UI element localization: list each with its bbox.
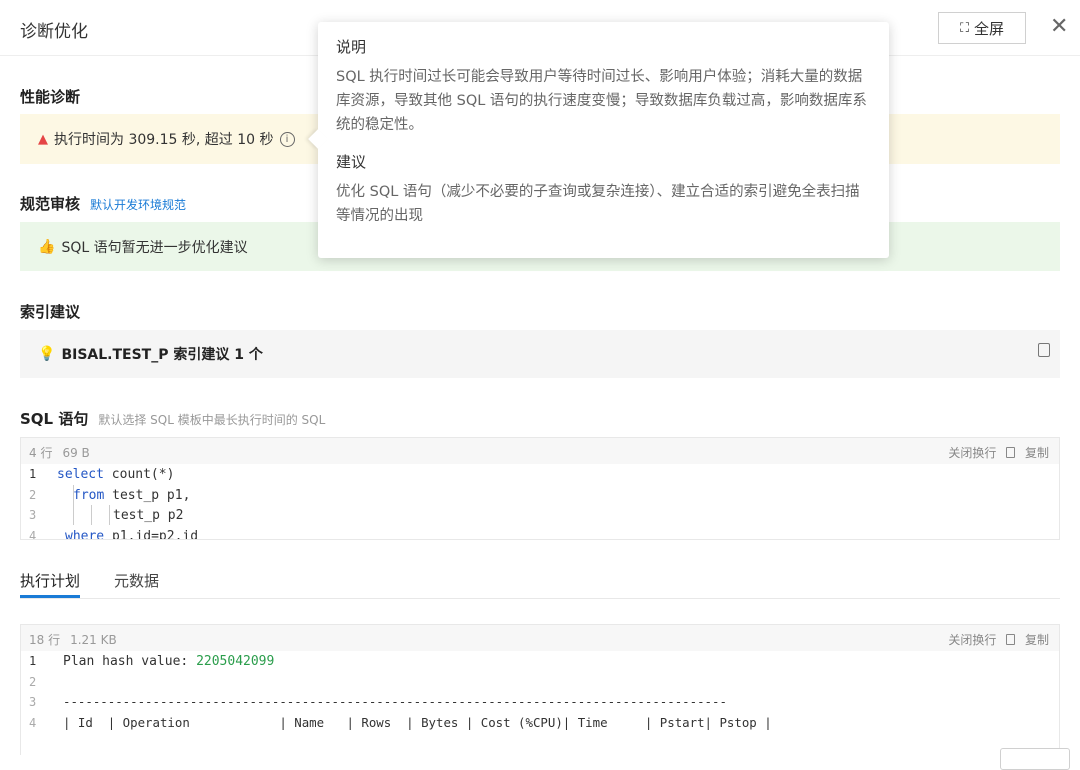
tooltip-heading-explain: 说明 <box>336 38 367 56</box>
plan-code-toolbar: 18 行 1.21 KB 关闭换行 复制 <box>21 625 1059 651</box>
sql-code-toolbar: 4 行 69 B 关闭换行 复制 <box>21 438 1059 464</box>
index-suggestion-row[interactable]: 💡 BISAL.TEST_P 索引建议 1 个 <box>20 330 1060 378</box>
review-message: SQL 语句暂无进一步优化建议 <box>61 239 248 256</box>
footer-button[interactable] <box>1000 748 1070 770</box>
plan-wrap-toggle[interactable]: 关闭换行 <box>948 633 996 647</box>
sql-copy-button[interactable]: 复制 <box>1025 446 1049 460</box>
sql-line-count: 4 行 <box>29 446 53 460</box>
plan-line-count: 18 行 <box>29 633 61 647</box>
sql-section-title: SQL 语句 默认选择 SQL 模板中最长执行时间的 SQL <box>20 410 326 428</box>
sql-code-block: 4 行 69 B 关闭换行 复制 1 select count(*) 2 from t… <box>20 437 1060 540</box>
perf-warning-text: 执行时间为 309.15 秒, 超过 10 秒 <box>54 132 274 148</box>
close-icon[interactable]: ✕ <box>1050 14 1068 39</box>
indent-guide <box>91 505 92 525</box>
result-tabs: 执行计划 元数据 <box>20 568 1060 599</box>
sql-subtitle: 默认选择 SQL 模板中最长执行时间的 SQL <box>98 413 326 427</box>
sql-wrap-toggle[interactable]: 关闭换行 <box>948 446 996 460</box>
fullscreen-label: 全屏 <box>974 19 1005 38</box>
sql-size: 69 B <box>62 446 90 460</box>
lightbulb-icon: 💡 <box>38 346 56 362</box>
copy-icon <box>1006 634 1016 645</box>
dialog-title: 诊断优化 <box>20 22 88 42</box>
indent-guide <box>109 505 110 525</box>
info-icon[interactable]: i <box>279 131 295 147</box>
review-rule-link[interactable]: 默认开发环境规范 <box>90 198 186 212</box>
fullscreen-icon: ⛶ <box>959 20 969 36</box>
copy-icon[interactable] <box>1038 343 1050 357</box>
indent-guide <box>73 484 74 505</box>
code-line: 4 | Id | Operation | Name | Rows | Bytes … <box>29 714 772 730</box>
review-section-title: 规范审核 默认开发环境规范 <box>20 195 187 213</box>
perf-section-title: 性能诊断 <box>20 88 81 106</box>
plan-copy-button[interactable]: 复制 <box>1025 633 1049 647</box>
tab-execution-plan[interactable]: 执行计划 <box>20 570 80 591</box>
code-line: 2 <box>29 674 37 689</box>
plan-code-block: 18 行 1.21 KB 关闭换行 复制 1 Plan hash value: 22… <box>20 624 1060 755</box>
code-line: 4 where p1.id=p2.id <box>29 528 199 540</box>
tooltip-suggest-text: 优化 SQL 语句（减少不必要的子查询或复杂连接）、建立合适的索引避免全表扫描等… <box>336 184 860 224</box>
thumbs-up-icon: 👍 <box>38 238 56 255</box>
fullscreen-button[interactable]: ⛶ 全屏 <box>938 12 1026 44</box>
tooltip-heading-suggest: 建议 <box>336 153 367 171</box>
index-suggestion-text: BISAL.TEST_P 索引建议 1 个 <box>61 347 263 363</box>
explanation-tooltip: 说明 SQL 执行时间过长可能会导致用户等待时间过长、影响用户体验；消耗大量的数… <box>308 22 889 258</box>
tooltip-explain-text: SQL 执行时间过长可能会导致用户等待时间过长、影响用户体验；消耗大量的数据库资… <box>336 69 867 133</box>
code-line: 3 test_p p2 <box>21 505 1059 526</box>
active-tab-indicator <box>20 595 80 598</box>
indent-guide <box>73 505 74 525</box>
sql-code-body: 1 select count(*) 2 from test_p p1, 3 test_… <box>21 464 1059 540</box>
copy-icon <box>1006 447 1016 458</box>
index-section-title: 索引建议 <box>20 303 81 321</box>
code-line: 1 Plan hash value: 2205042099 <box>29 654 275 669</box>
code-line: 2 from test_p p1, <box>21 484 1059 506</box>
code-line: 1 select count(*) <box>29 467 175 482</box>
tab-metadata[interactable]: 元数据 <box>114 570 159 591</box>
plan-code-body: 1 Plan hash value: 2205042099 2 3 --------… <box>21 651 1059 733</box>
code-line: 3 ---------------------------------------… <box>29 694 727 709</box>
warning-icon: ▲ <box>38 131 48 147</box>
plan-size: 1.21 KB <box>70 633 117 647</box>
